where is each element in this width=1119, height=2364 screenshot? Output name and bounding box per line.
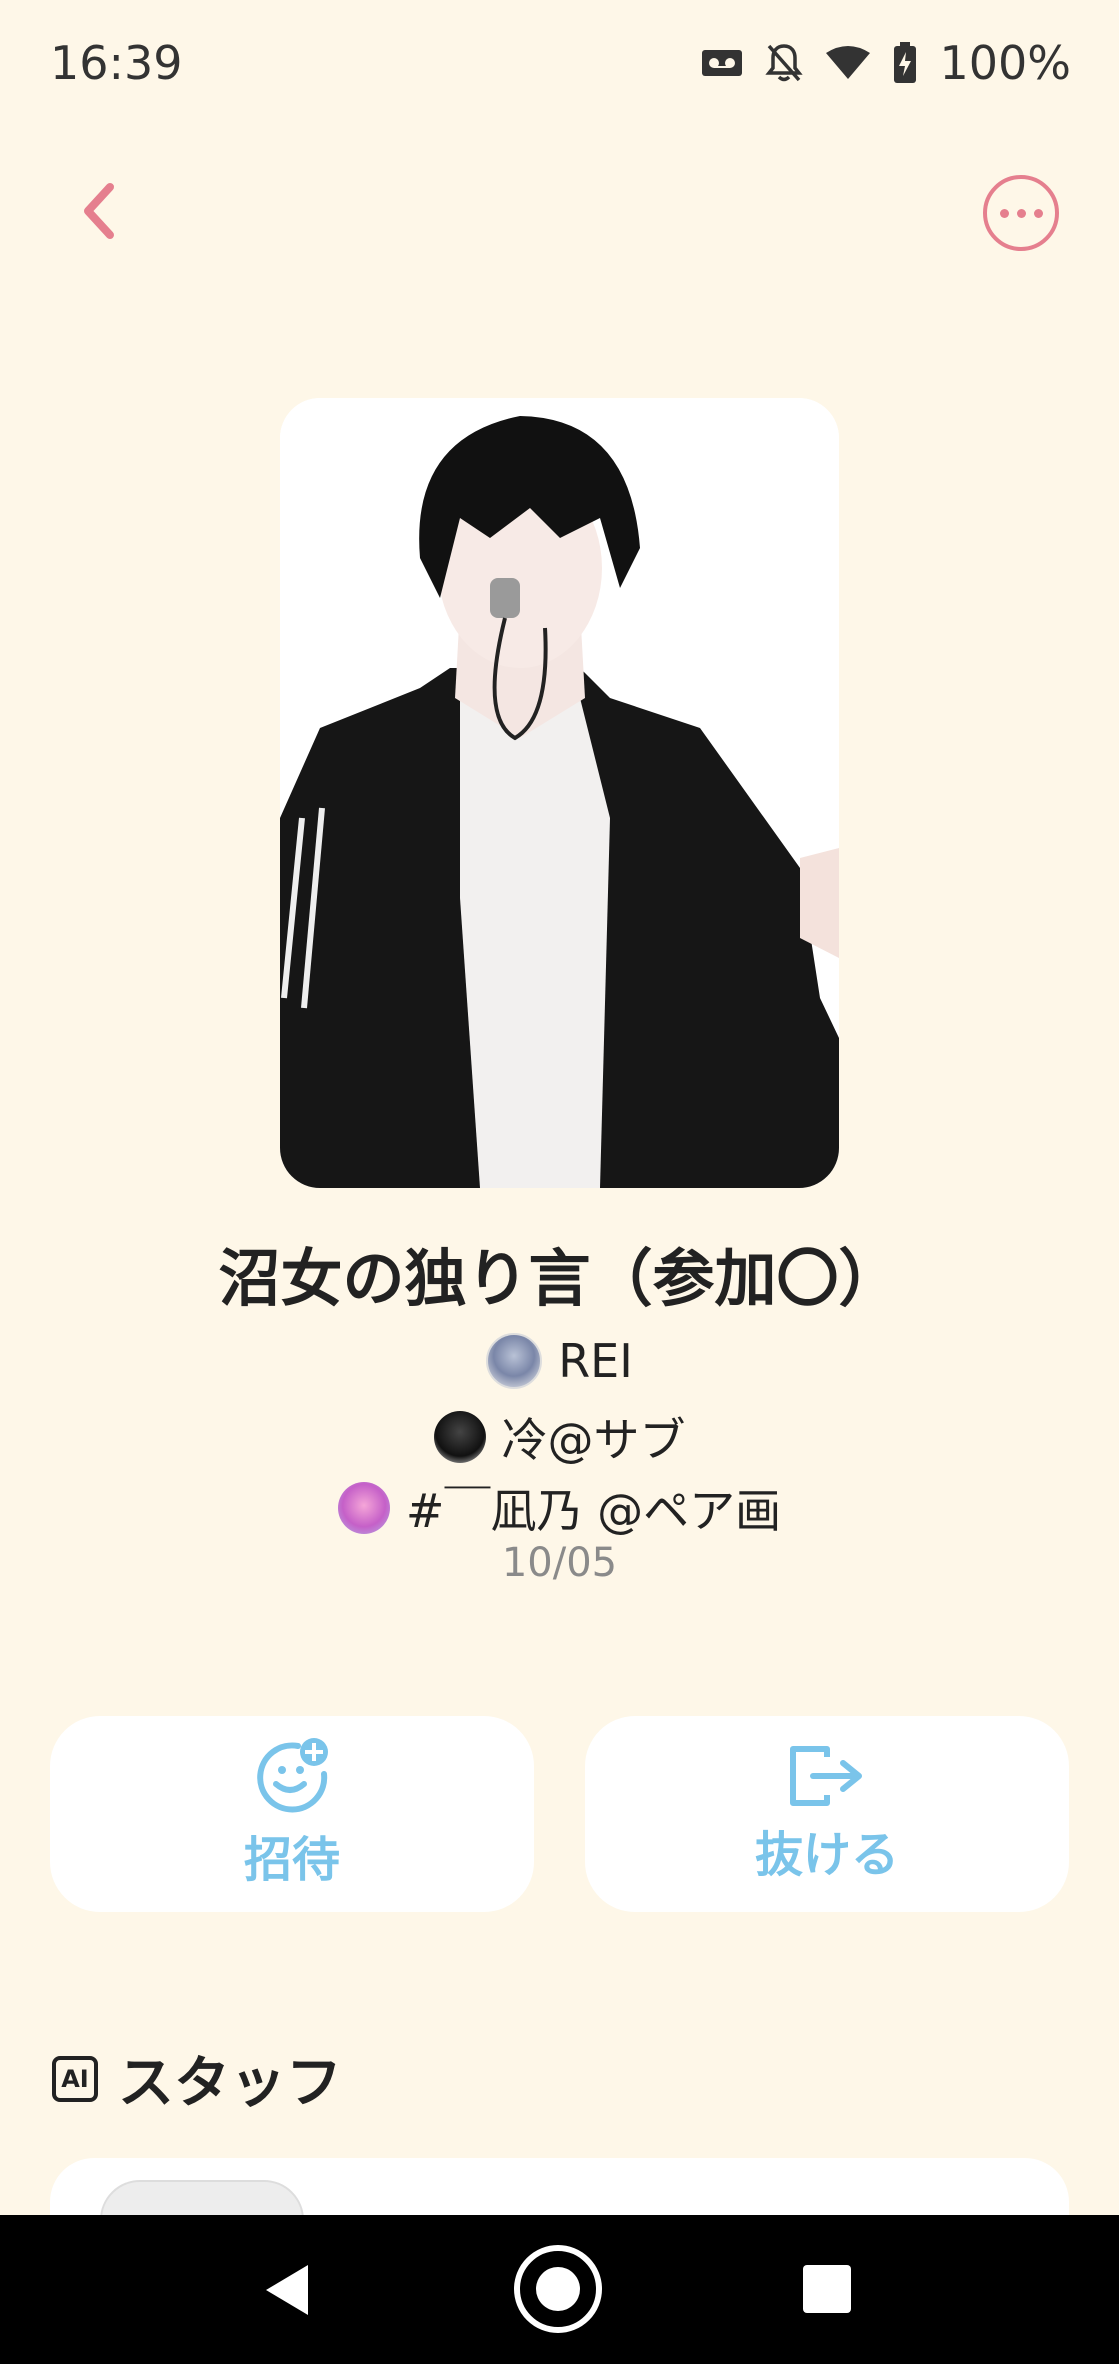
room-date: 10/05 xyxy=(501,1540,618,1586)
status-bar: 16:39 100% xyxy=(0,0,1119,130)
room-title: 沼女の独り言（参加〇） xyxy=(218,1242,901,1315)
leave-button[interactable]: 抜ける xyxy=(585,1716,1069,1912)
staff-section-header: AI スタッフ xyxy=(52,2038,342,2119)
battery-percentage: 100% xyxy=(939,36,1071,90)
member-avatar xyxy=(433,1411,486,1463)
status-icons: 100% xyxy=(701,36,1071,90)
nav-recents-button[interactable] xyxy=(803,2265,851,2313)
voicemail-icon xyxy=(702,50,743,76)
nav-home-button[interactable] xyxy=(514,2245,602,2333)
chevron-left-icon xyxy=(84,183,114,239)
staff-section-title: スタッフ xyxy=(118,2051,342,2116)
battery-charging-icon xyxy=(894,42,917,83)
status-time: 16:39 xyxy=(50,36,183,90)
member-name: #￣凪乃 @ペア画 xyxy=(405,1484,782,1538)
smile-plus-icon xyxy=(257,1738,328,1813)
room-cover-image[interactable] xyxy=(280,398,839,1188)
more-options-button[interactable] xyxy=(983,175,1059,251)
nav-back-icon[interactable] xyxy=(262,2263,310,2317)
top-bar xyxy=(0,150,1119,280)
invite-label: 招待 xyxy=(243,1832,340,1888)
system-navigation-bar xyxy=(0,2215,1119,2364)
exit-icon xyxy=(790,1746,862,1806)
wifi-icon xyxy=(826,46,871,79)
member-avatar xyxy=(337,1482,390,1534)
member-row[interactable]: REI xyxy=(0,1333,1119,1389)
member-name: REI xyxy=(558,1334,633,1388)
leave-label: 抜ける xyxy=(754,1827,899,1883)
notifications-off-icon xyxy=(765,44,804,82)
back-button[interactable] xyxy=(62,175,134,247)
member-name: 冷@サブ xyxy=(501,1413,686,1467)
cover-illustration xyxy=(280,398,839,1188)
member-avatar xyxy=(486,1333,543,1389)
more-horizontal-icon xyxy=(999,208,1009,218)
member-row[interactable]: 冷@サブ xyxy=(0,1404,1119,1470)
home-icon xyxy=(536,2267,580,2311)
member-row[interactable]: #￣凪乃 @ペア画 xyxy=(0,1475,1119,1541)
ai-badge-icon: AI xyxy=(52,2055,98,2102)
invite-button[interactable]: 招待 xyxy=(50,1716,534,1912)
